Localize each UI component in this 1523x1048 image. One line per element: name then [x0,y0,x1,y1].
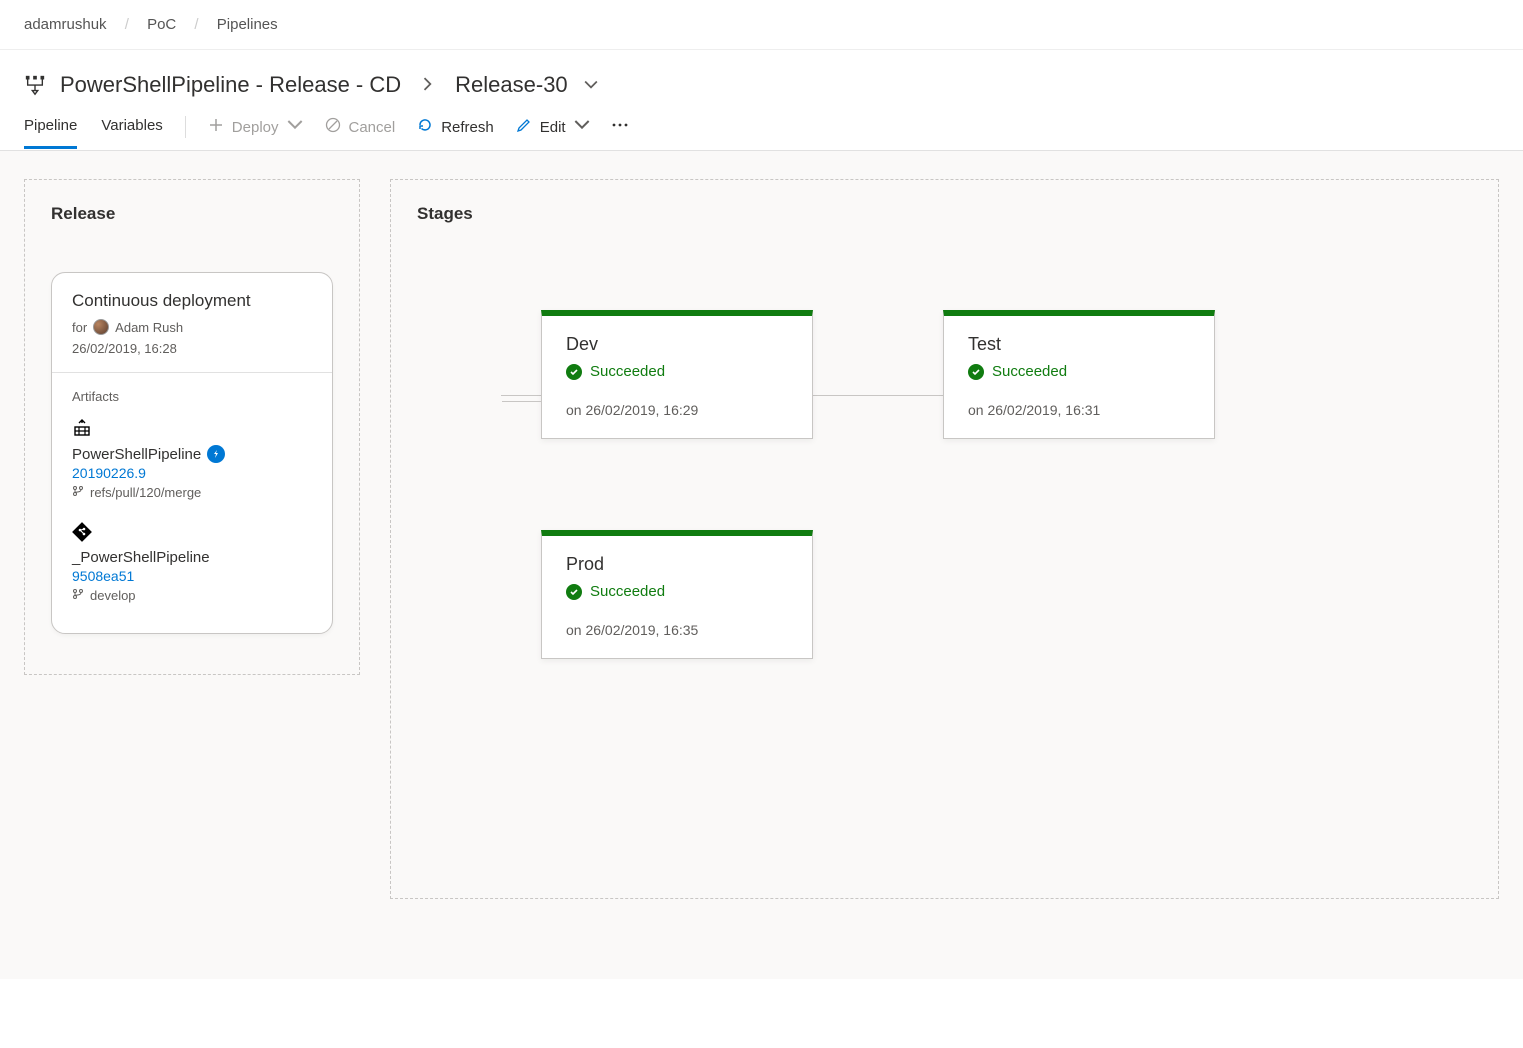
toolbar-separator [185,116,186,138]
ellipsis-icon [612,117,628,137]
plus-icon [208,117,224,137]
stage-status: Succeeded [590,583,665,600]
artifact-branch: refs/pull/120/merge [90,485,201,500]
artifact-item: _PowerShellPipeline 9508ea51 develop [72,522,312,603]
tab-variables[interactable]: Variables [101,117,162,149]
stage-timestamp: on 26/02/2019, 16:35 [542,612,812,658]
stages-panel: Stages Dev Succeeded on 26/02/2019, 16:2… [390,179,1499,899]
artifact-version-link[interactable]: 20190226.9 [72,465,312,481]
breadcrumb-project[interactable]: PoC [147,16,176,33]
build-artifact-icon [72,418,312,441]
stages-grid: Dev Succeeded on 26/02/2019, 16:29 Test … [431,250,1498,770]
stage-status: Succeeded [992,363,1067,380]
success-check-icon [566,584,582,600]
edit-label: Edit [540,119,566,136]
more-actions-button[interactable] [612,117,628,137]
chevron-right-icon [423,77,433,94]
edit-button[interactable]: Edit [516,117,590,137]
artifacts-label: Artifacts [72,389,312,404]
chevron-down-icon [574,117,590,137]
stage-timestamp: on 26/02/2019, 16:31 [944,392,1214,438]
stage-name: Dev [542,316,812,363]
tabs-toolbar-row: Pipeline Variables Deploy Cancel Refresh… [0,98,1523,151]
chevron-down-icon [287,117,303,137]
tab-pipeline[interactable]: Pipeline [24,117,77,149]
release-pipeline-icon [24,74,46,96]
artifact-name[interactable]: PowerShellPipeline [72,446,201,463]
refresh-label: Refresh [441,119,494,136]
release-name[interactable]: Release-30 [455,72,568,98]
stage-connector [813,395,943,396]
artifact-item: PowerShellPipeline 20190226.9 refs/pull/… [72,418,312,500]
release-definition-name[interactable]: PowerShellPipeline - Release - CD [60,72,401,98]
user-name[interactable]: Adam Rush [115,320,183,335]
stage-status: Succeeded [590,363,665,380]
stage-name: Test [944,316,1214,363]
cancel-button[interactable]: Cancel [325,117,396,137]
artifact-version-link[interactable]: 9508ea51 [72,568,312,584]
deploy-label: Deploy [232,119,279,136]
page-title-row: PowerShellPipeline - Release - CD Releas… [0,50,1523,98]
artifact-name[interactable]: _PowerShellPipeline [72,549,210,566]
breadcrumb-sep: / [194,16,198,33]
trigger-user-line: for Adam Rush [72,319,312,335]
branch-icon [72,485,84,500]
stage-timestamp: on 26/02/2019, 16:29 [542,392,812,438]
stage-connector [501,395,541,396]
breadcrumb-org[interactable]: adamrushuk [24,16,107,33]
deploy-button[interactable]: Deploy [208,117,303,137]
refresh-icon [417,117,433,137]
cancel-icon [325,117,341,137]
release-panel-title: Release [25,180,359,250]
release-dropdown-chevron-icon[interactable] [584,77,598,93]
git-artifact-icon [72,522,312,545]
pipeline-canvas: Release Continuous deployment for Adam R… [0,151,1523,979]
refresh-button[interactable]: Refresh [417,117,494,137]
breadcrumb-section[interactable]: Pipelines [217,16,278,33]
stage-card-test[interactable]: Test Succeeded on 26/02/2019, 16:31 [943,310,1215,439]
for-label: for [72,320,87,335]
lightning-badge-icon [207,445,225,463]
trigger-type: Continuous deployment [72,291,312,311]
release-card: Continuous deployment for Adam Rush 26/0… [51,272,333,634]
avatar [93,319,109,335]
branch-icon [72,588,84,603]
breadcrumb-sep: / [125,16,129,33]
success-check-icon [566,364,582,380]
stages-panel-title: Stages [391,180,1498,250]
release-panel: Release Continuous deployment for Adam R… [24,179,360,675]
stage-card-prod[interactable]: Prod Succeeded on 26/02/2019, 16:35 [541,530,813,659]
trigger-timestamp: 26/02/2019, 16:28 [72,341,312,356]
edit-pencil-icon [516,117,532,137]
artifact-branch: develop [90,588,136,603]
stage-connector [502,401,542,402]
cancel-label: Cancel [349,119,396,136]
stage-name: Prod [542,536,812,583]
stage-card-dev[interactable]: Dev Succeeded on 26/02/2019, 16:29 [541,310,813,439]
success-check-icon [968,364,984,380]
breadcrumb: adamrushuk / PoC / Pipelines [0,0,1523,50]
